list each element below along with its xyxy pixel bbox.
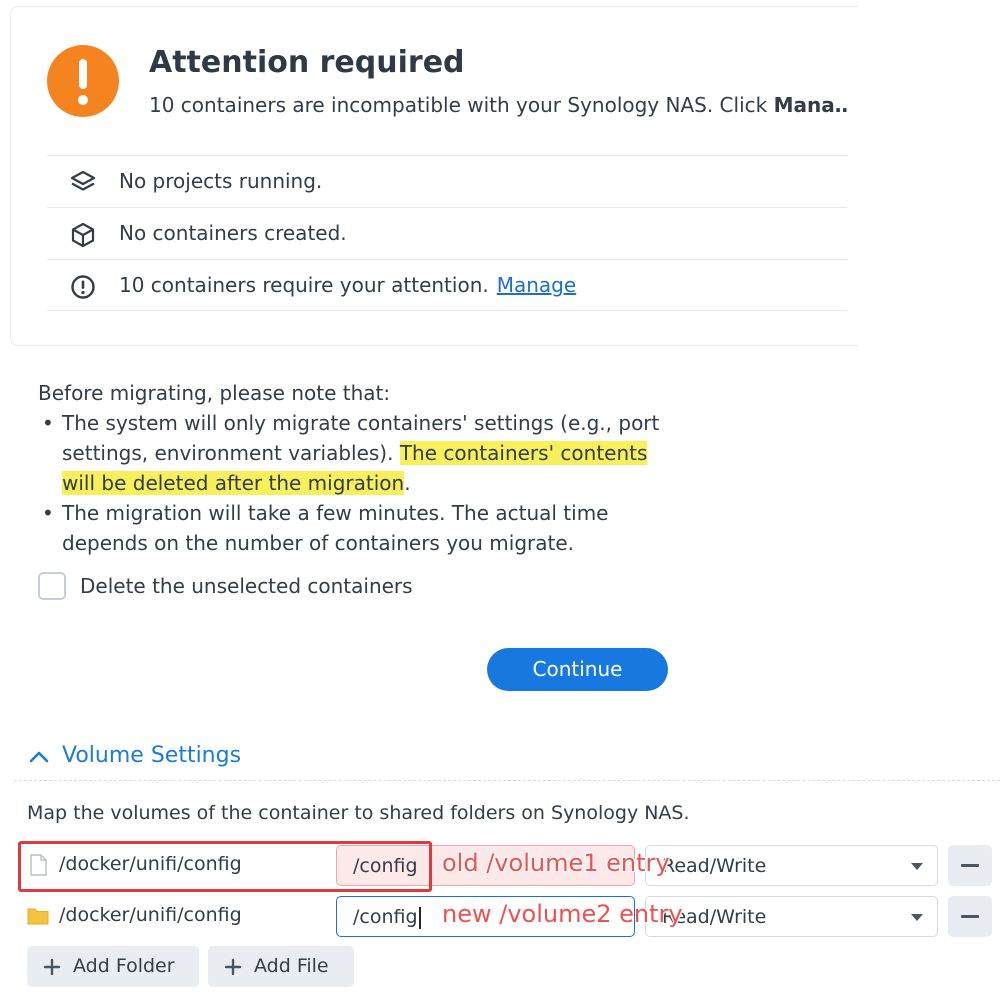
attention-card: Attention required 10 containers are inc…: [10, 6, 858, 346]
volume-folder-path: /docker/unifi/config: [59, 904, 242, 926]
box-icon: [71, 222, 95, 248]
status-row-projects: No projects running.: [47, 155, 847, 207]
divider: [14, 780, 1000, 781]
migration-note: Before migrating, please note that: The …: [38, 378, 678, 558]
add-folder-button[interactable]: Add Folder: [27, 946, 199, 987]
permission-value: Read/Write: [662, 855, 767, 877]
continue-button[interactable]: Continue: [487, 648, 668, 691]
divider: [47, 310, 847, 311]
volume-description: Map the volumes of the container to shar…: [27, 802, 690, 824]
manage-link[interactable]: Manage: [497, 273, 576, 297]
annotation-new-entry: new /volume2 entry: [442, 900, 683, 928]
status-row-containers: No containers created.: [47, 207, 847, 259]
migration-bullet: The system will only migrate containers'…: [38, 408, 678, 498]
add-file-button[interactable]: Add File: [208, 946, 354, 987]
status-row-attention: 10 containers require your attention. Man…: [47, 259, 847, 311]
status-row-text: 10 containers require your attention. Man…: [119, 273, 577, 297]
remove-volume-button[interactable]: [948, 845, 992, 886]
delete-unselected-checkbox[interactable]: [38, 572, 66, 600]
migration-intro: Before migrating, please note that:: [38, 381, 391, 405]
folder-icon: [27, 908, 49, 925]
chevron-up-icon: [29, 751, 49, 763]
status-row-text: No containers created.: [119, 221, 347, 245]
volume-settings-title: Volume Settings: [62, 743, 242, 768]
alert-circle-icon: [71, 275, 95, 299]
attention-title: Attention required: [149, 45, 465, 80]
checkbox-label: Delete the unselected containers: [80, 574, 413, 598]
plus-icon: [43, 958, 61, 976]
warning-icon: [47, 45, 119, 117]
permission-select[interactable]: Read/Write: [645, 845, 938, 886]
plus-icon: [224, 958, 242, 976]
annotation-old-entry: old /volume1 entry: [442, 849, 670, 877]
caret-down-icon: [911, 863, 923, 870]
caret-down-icon: [911, 914, 923, 921]
add-folder-label: Add Folder: [73, 955, 175, 977]
attention-subtitle: 10 containers are incompatible with your…: [149, 93, 849, 117]
permission-select[interactable]: Read/Write: [645, 896, 938, 937]
status-row-text: No projects running.: [119, 169, 323, 193]
add-file-label: Add File: [254, 955, 329, 977]
text-cursor: [418, 906, 421, 929]
volume-folder-field[interactable]: /docker/unifi/config: [26, 896, 334, 937]
annotation-highlight-box: [18, 841, 432, 892]
layers-icon: [70, 170, 96, 191]
migration-bullet: The migration will take a few minutes. T…: [38, 498, 678, 558]
remove-volume-button[interactable]: [948, 896, 992, 937]
